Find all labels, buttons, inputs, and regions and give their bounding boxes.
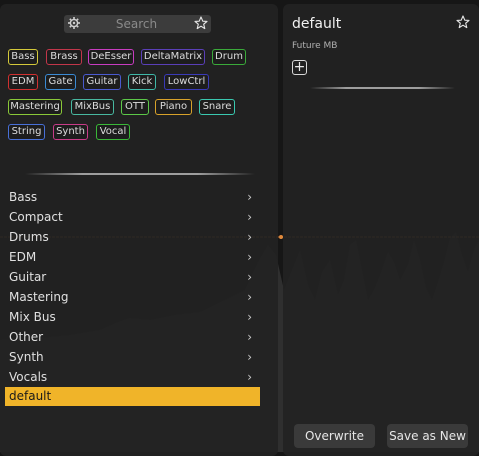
- category-label: Compact: [9, 210, 63, 224]
- chevron-right-icon: ›: [247, 350, 252, 364]
- save-as-new-button[interactable]: Save as New: [387, 424, 468, 448]
- tag-vocal[interactable]: Vocal: [96, 124, 130, 140]
- chevron-right-icon: ›: [247, 190, 252, 204]
- chevron-right-icon: ›: [247, 210, 252, 224]
- plus-icon: +: [293, 59, 306, 75]
- tag-piano[interactable]: Piano: [155, 99, 192, 115]
- category-mix-bus[interactable]: Mix Bus ›: [5, 308, 260, 326]
- tag-string[interactable]: String: [8, 124, 45, 140]
- detail-divider: [310, 87, 455, 89]
- chevron-right-icon: ›: [247, 290, 252, 304]
- tag-edm[interactable]: EDM: [8, 74, 38, 90]
- tag-gate[interactable]: Gate: [45, 74, 76, 90]
- star-icon[interactable]: [456, 15, 470, 29]
- gear-icon[interactable]: [67, 16, 81, 30]
- tag-deesser[interactable]: DeEsser: [88, 49, 134, 65]
- category-edm[interactable]: EDM ›: [5, 248, 260, 266]
- chevron-right-icon: ›: [247, 270, 252, 284]
- tag-mixbus[interactable]: MixBus: [71, 99, 114, 115]
- category-bass[interactable]: Bass ›: [5, 188, 260, 206]
- star-icon[interactable]: [194, 16, 208, 30]
- chevron-right-icon: ›: [247, 370, 252, 384]
- tag-brass[interactable]: Brass: [46, 49, 82, 65]
- tag-synth[interactable]: Synth: [53, 124, 88, 140]
- category-label: EDM: [9, 250, 37, 264]
- tag-kick[interactable]: Kick: [128, 74, 156, 90]
- category-compact[interactable]: Compact ›: [5, 208, 260, 226]
- category-other[interactable]: Other ›: [5, 328, 260, 346]
- category-synth[interactable]: Synth ›: [5, 348, 260, 366]
- tag-bass[interactable]: Bass: [8, 49, 38, 65]
- category-label: Guitar: [9, 270, 47, 284]
- tag-snare[interactable]: Snare: [199, 99, 235, 115]
- category-mastering[interactable]: Mastering ›: [5, 288, 260, 306]
- chevron-right-icon: ›: [247, 330, 252, 344]
- category-label: Bass: [9, 190, 38, 204]
- preset-plugin-name: Future MB: [292, 41, 338, 51]
- category-label: Other: [9, 330, 44, 344]
- category-drums[interactable]: Drums ›: [5, 228, 260, 246]
- preset-title: default: [292, 16, 342, 32]
- tag-deltamatrix[interactable]: DeltaMatrix: [141, 49, 205, 65]
- category-label: Vocals: [9, 370, 48, 384]
- chevron-right-icon: ›: [247, 250, 252, 264]
- category-label: Synth: [9, 350, 44, 364]
- preset-label: default: [9, 389, 52, 403]
- search-bar: [64, 15, 211, 33]
- add-tag-button[interactable]: +: [292, 60, 307, 75]
- chevron-right-icon: ›: [247, 310, 252, 324]
- overwrite-button[interactable]: Overwrite: [294, 424, 375, 448]
- preset-detail-panel: [283, 4, 479, 456]
- category-guitar[interactable]: Guitar ›: [5, 268, 260, 286]
- search-input[interactable]: [84, 15, 189, 33]
- category-label: Drums: [9, 230, 49, 244]
- tags-divider: [25, 173, 255, 175]
- tag-lowctrl[interactable]: LowCtrl: [164, 74, 209, 90]
- tag-ott[interactable]: OTT: [121, 99, 149, 115]
- preset-item-selected[interactable]: default: [5, 387, 260, 406]
- chevron-right-icon: ›: [247, 230, 252, 244]
- category-vocals[interactable]: Vocals ›: [5, 368, 260, 386]
- tag-guitar[interactable]: Guitar: [83, 74, 121, 90]
- category-label: Mix Bus: [9, 310, 56, 324]
- tag-drum[interactable]: Drum: [212, 49, 246, 65]
- category-label: Mastering: [9, 290, 69, 304]
- tag-mastering[interactable]: Mastering: [8, 99, 62, 115]
